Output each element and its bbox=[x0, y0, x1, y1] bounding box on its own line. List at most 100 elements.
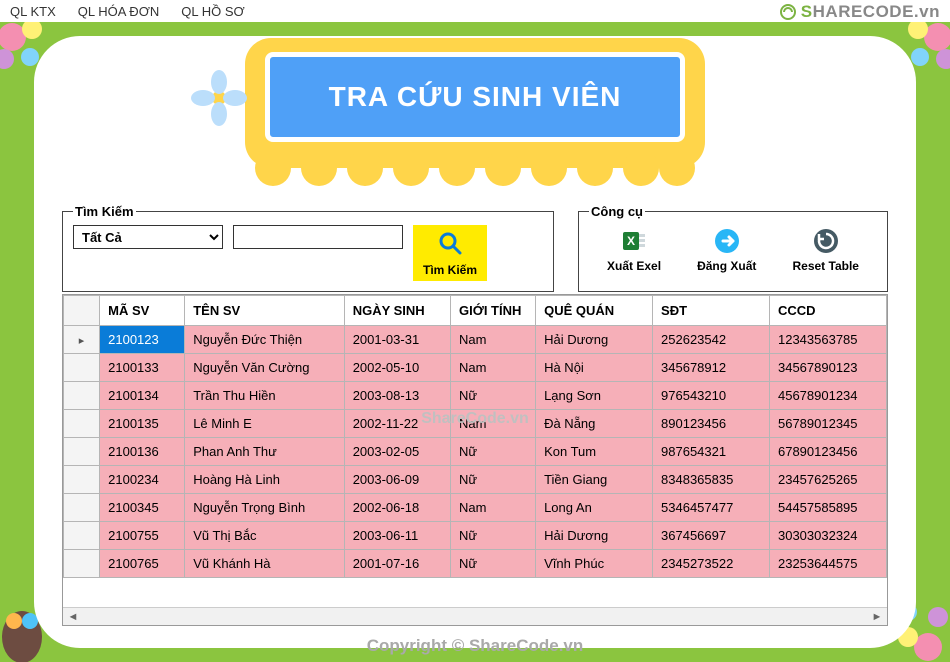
row-header[interactable] bbox=[64, 550, 100, 578]
table-row[interactable]: 2100136Phan Anh Thư2003-02-05NữKon Tum98… bbox=[64, 438, 887, 466]
col-header[interactable]: TÊN SV bbox=[185, 296, 344, 326]
cell-gioitinh[interactable]: Nữ bbox=[451, 382, 536, 410]
row-header[interactable] bbox=[64, 354, 100, 382]
cell-ngaysinh[interactable]: 2001-07-16 bbox=[344, 550, 450, 578]
cell-ngaysinh[interactable]: 2001-03-31 bbox=[344, 326, 450, 354]
cell-masv[interactable]: 2100755 bbox=[100, 522, 185, 550]
cell-ngaysinh[interactable]: 2003-06-11 bbox=[344, 522, 450, 550]
data-grid[interactable]: MÃ SV TÊN SV NGÀY SINH GIỚI TÍNH QUÊ QUÁ… bbox=[62, 294, 888, 626]
cell-ten[interactable]: Hoàng Hà Linh bbox=[185, 466, 344, 494]
cell-quequan[interactable]: Kon Tum bbox=[536, 438, 653, 466]
cell-quequan[interactable]: Đà Nẵng bbox=[536, 410, 653, 438]
table-row[interactable]: 2100234Hoàng Hà Linh2003-06-09NữTiền Gia… bbox=[64, 466, 887, 494]
cell-cccd[interactable]: 45678901234 bbox=[769, 382, 886, 410]
search-criteria-select[interactable]: Tất Cả bbox=[73, 225, 223, 249]
cell-ten[interactable]: Nguyễn Văn Cường bbox=[185, 354, 344, 382]
row-header[interactable] bbox=[64, 410, 100, 438]
cell-cccd[interactable]: 67890123456 bbox=[769, 438, 886, 466]
cell-sdt[interactable]: 5346457477 bbox=[653, 494, 770, 522]
cell-sdt[interactable]: 367456697 bbox=[653, 522, 770, 550]
cell-ten[interactable]: Vũ Thị Bắc bbox=[185, 522, 344, 550]
col-header[interactable]: QUÊ QUÁN bbox=[536, 296, 653, 326]
cell-ngaysinh[interactable]: 2003-02-05 bbox=[344, 438, 450, 466]
table-row[interactable]: 2100345Nguyễn Trọng Bình2002-06-18NamLon… bbox=[64, 494, 887, 522]
cell-sdt[interactable]: 2345273522 bbox=[653, 550, 770, 578]
cell-quequan[interactable]: Hải Dương bbox=[536, 326, 653, 354]
cell-quequan[interactable]: Lạng Sơn bbox=[536, 382, 653, 410]
cell-quequan[interactable]: Vĩnh Phúc bbox=[536, 550, 653, 578]
cell-cccd[interactable]: 23457625265 bbox=[769, 466, 886, 494]
menu-item-hoso[interactable]: QL HỒ SƠ bbox=[181, 4, 244, 19]
logout-button[interactable]: Đăng Xuất bbox=[697, 227, 756, 273]
cell-cccd[interactable]: 12343563785 bbox=[769, 326, 886, 354]
table-row[interactable]: 2100123Nguyễn Đức Thiện2001-03-31NamHải … bbox=[64, 326, 887, 354]
cell-ngaysinh[interactable]: 2003-08-13 bbox=[344, 382, 450, 410]
table-row[interactable]: 2100135Lê Minh E2002-11-22NamĐà Nẵng8901… bbox=[64, 410, 887, 438]
cell-ngaysinh[interactable]: 2002-11-22 bbox=[344, 410, 450, 438]
cell-gioitinh[interactable]: Nữ bbox=[451, 438, 536, 466]
cell-cccd[interactable]: 56789012345 bbox=[769, 410, 886, 438]
cell-sdt[interactable]: 8348365835 bbox=[653, 466, 770, 494]
col-header[interactable]: GIỚI TÍNH bbox=[451, 296, 536, 326]
row-header[interactable] bbox=[64, 438, 100, 466]
horizontal-scrollbar[interactable]: ◄ ► bbox=[63, 607, 887, 625]
row-header[interactable] bbox=[64, 326, 100, 354]
cell-sdt[interactable]: 345678912 bbox=[653, 354, 770, 382]
cell-cccd[interactable]: 30303032324 bbox=[769, 522, 886, 550]
cell-quequan[interactable]: Tiền Giang bbox=[536, 466, 653, 494]
cell-ngaysinh[interactable]: 2003-06-09 bbox=[344, 466, 450, 494]
cell-quequan[interactable]: Hải Dương bbox=[536, 522, 653, 550]
cell-sdt[interactable]: 890123456 bbox=[653, 410, 770, 438]
row-header[interactable] bbox=[64, 522, 100, 550]
search-button[interactable]: Tìm Kiếm bbox=[413, 225, 487, 281]
cell-masv[interactable]: 2100134 bbox=[100, 382, 185, 410]
table-row[interactable]: 2100765Vũ Khánh Hà2001-07-16NữVĩnh Phúc2… bbox=[64, 550, 887, 578]
search-input[interactable] bbox=[233, 225, 403, 249]
table-row[interactable]: 2100134Trần Thu Hiền2003-08-13NữLạng Sơn… bbox=[64, 382, 887, 410]
cell-masv[interactable]: 2100765 bbox=[100, 550, 185, 578]
menu-item-ktx[interactable]: QL KTX bbox=[10, 4, 56, 19]
table-row[interactable]: 2100755Vũ Thị Bắc2003-06-11NữHải Dương36… bbox=[64, 522, 887, 550]
cell-cccd[interactable]: 54457585895 bbox=[769, 494, 886, 522]
cell-sdt[interactable]: 252623542 bbox=[653, 326, 770, 354]
cell-sdt[interactable]: 976543210 bbox=[653, 382, 770, 410]
cell-gioitinh[interactable]: Nữ bbox=[451, 466, 536, 494]
row-header[interactable] bbox=[64, 494, 100, 522]
cell-gioitinh[interactable]: Nam bbox=[451, 494, 536, 522]
cell-ten[interactable]: Lê Minh E bbox=[185, 410, 344, 438]
col-header[interactable]: MÃ SV bbox=[100, 296, 185, 326]
cell-ten[interactable]: Nguyễn Trọng Bình bbox=[185, 494, 344, 522]
row-header[interactable] bbox=[64, 382, 100, 410]
menu-item-hoadon[interactable]: QL HÓA ĐƠN bbox=[78, 4, 159, 19]
cell-quequan[interactable]: Long An bbox=[536, 494, 653, 522]
cell-masv[interactable]: 2100123 bbox=[100, 326, 185, 354]
row-header[interactable] bbox=[64, 466, 100, 494]
cell-masv[interactable]: 2100135 bbox=[100, 410, 185, 438]
table-row[interactable]: 2100133Nguyễn Văn Cường2002-05-10NamHà N… bbox=[64, 354, 887, 382]
cell-ten[interactable]: Trần Thu Hiền bbox=[185, 382, 344, 410]
cell-cccd[interactable]: 34567890123 bbox=[769, 354, 886, 382]
scroll-right-icon[interactable]: ► bbox=[870, 610, 884, 624]
col-header[interactable]: CCCD bbox=[769, 296, 886, 326]
cell-ten[interactable]: Vũ Khánh Hà bbox=[185, 550, 344, 578]
cell-masv[interactable]: 2100133 bbox=[100, 354, 185, 382]
cell-ten[interactable]: Phan Anh Thư bbox=[185, 438, 344, 466]
col-header[interactable]: NGÀY SINH bbox=[344, 296, 450, 326]
cell-ten[interactable]: Nguyễn Đức Thiện bbox=[185, 326, 344, 354]
cell-quequan[interactable]: Hà Nội bbox=[536, 354, 653, 382]
cell-ngaysinh[interactable]: 2002-05-10 bbox=[344, 354, 450, 382]
cell-gioitinh[interactable]: Nữ bbox=[451, 522, 536, 550]
cell-ngaysinh[interactable]: 2002-06-18 bbox=[344, 494, 450, 522]
cell-gioitinh[interactable]: Nam bbox=[451, 354, 536, 382]
cell-sdt[interactable]: 987654321 bbox=[653, 438, 770, 466]
reset-table-button[interactable]: Reset Table bbox=[792, 227, 858, 273]
cell-gioitinh[interactable]: Nữ bbox=[451, 550, 536, 578]
export-excel-button[interactable]: X Xuất Exel bbox=[607, 227, 661, 273]
cell-masv[interactable]: 2100345 bbox=[100, 494, 185, 522]
scroll-left-icon[interactable]: ◄ bbox=[66, 610, 80, 624]
col-header[interactable]: SĐT bbox=[653, 296, 770, 326]
cell-gioitinh[interactable]: Nam bbox=[451, 410, 536, 438]
cell-masv[interactable]: 2100136 bbox=[100, 438, 185, 466]
cell-masv[interactable]: 2100234 bbox=[100, 466, 185, 494]
cell-cccd[interactable]: 23253644575 bbox=[769, 550, 886, 578]
